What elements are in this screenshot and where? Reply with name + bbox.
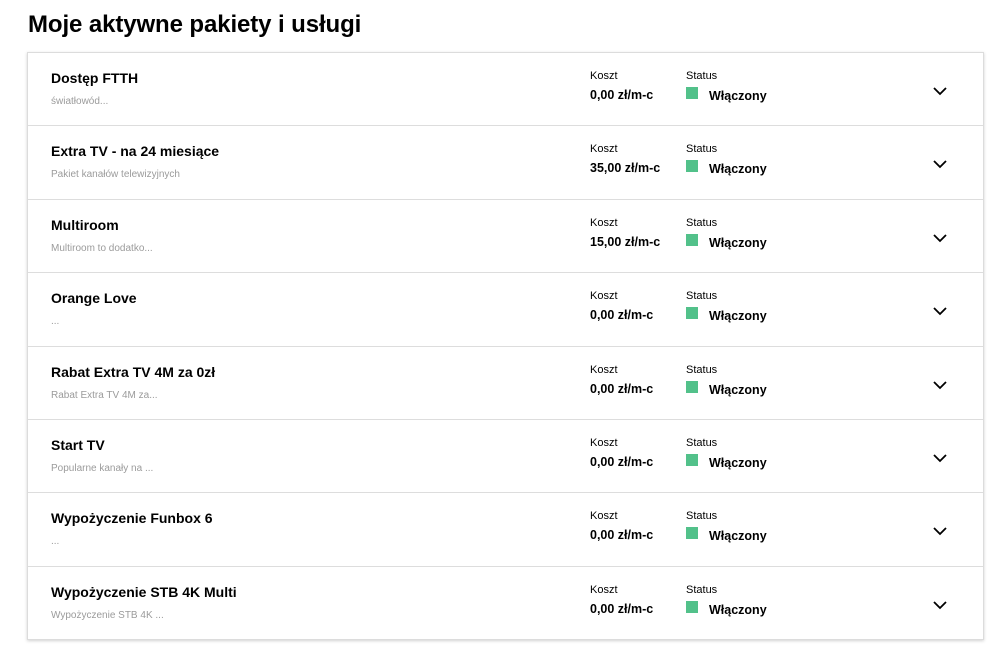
status-value: Włączony xyxy=(709,309,767,324)
service-description: światłowód... xyxy=(51,96,109,107)
service-row-funbox[interactable]: Wypożyczenie Funbox 6 ... Koszt 0,00 zł/… xyxy=(28,493,983,567)
service-name: Dostęp FTTH xyxy=(51,70,139,86)
status-indicator xyxy=(686,87,698,99)
service-description: Wypożyczenie STB 4K ... xyxy=(51,609,164,621)
status-label: Status xyxy=(686,510,718,523)
chevron-down-icon[interactable] xyxy=(932,159,948,169)
cost-label: Koszt xyxy=(590,583,618,596)
status-label: Status xyxy=(686,436,718,449)
service-name: Rabat Extra TV 4M za 0zł xyxy=(51,363,216,380)
service-description: Rabat Extra TV 4M za... xyxy=(51,389,158,401)
status-label: Status xyxy=(686,583,718,596)
cost-value: 0,00 zł/m-c xyxy=(590,454,654,469)
cost-value: 0,00 zł/m-c xyxy=(590,308,654,323)
service-name: Wypożyczenie Funbox 6 xyxy=(51,510,213,527)
cost-value: 15,00 zł/m-c xyxy=(590,234,661,249)
status-indicator xyxy=(686,160,698,173)
status-indicator xyxy=(686,600,698,613)
services-list: Dostęp FTTH światłowód... Koszt 0,00 zł/… xyxy=(27,52,984,640)
status-indicator xyxy=(686,527,698,540)
chevron-down-icon[interactable] xyxy=(932,380,948,390)
cost-value: 0,00 zł/m-c xyxy=(590,381,654,396)
status-value: Włączony xyxy=(709,602,767,617)
cost-label: Koszt xyxy=(590,510,618,523)
status-indicator xyxy=(686,233,698,246)
service-row-extra-tv[interactable]: Extra TV - na 24 miesiące Pakiet kanałów… xyxy=(28,126,983,200)
page-title: Moje aktywne pakiety i usługi xyxy=(28,11,362,38)
service-row-dostep-ftth[interactable]: Dostęp FTTH światłowód... Koszt 0,00 zł/… xyxy=(28,53,983,127)
service-description: ... xyxy=(51,536,60,548)
cost-label: Koszt xyxy=(590,363,618,376)
cost-value: 0,00 zł/m-c xyxy=(590,601,654,616)
status-label: Status xyxy=(686,70,718,82)
status-label: Status xyxy=(686,143,718,156)
cost-label: Koszt xyxy=(590,216,618,229)
chevron-down-icon[interactable] xyxy=(932,306,948,316)
service-description: ... xyxy=(51,316,60,328)
cost-value: 0,00 zł/m-c xyxy=(590,528,654,543)
service-row-stb-4k[interactable]: Wypożyczenie STB 4K Multi Wypożyczenie S… xyxy=(28,567,983,640)
status-value: Włączony xyxy=(709,455,767,470)
service-description: Popularne kanały na ... xyxy=(51,462,154,474)
service-name: Orange Love xyxy=(51,290,137,307)
chevron-down-icon[interactable] xyxy=(932,526,948,536)
status-value: Włączony xyxy=(709,382,767,397)
service-name: Extra TV - na 24 miesiące xyxy=(51,143,220,160)
status-indicator xyxy=(686,380,698,393)
service-name: Multiroom xyxy=(51,216,119,233)
service-row-start-tv[interactable]: Start TV Popularne kanały na ... Koszt 0… xyxy=(28,420,983,494)
cost-value: 0,00 zł/m-c xyxy=(590,88,654,102)
cost-label: Koszt xyxy=(590,436,618,449)
cost-value: 35,00 zł/m-c xyxy=(590,161,661,176)
chevron-down-icon[interactable] xyxy=(932,233,948,243)
cost-label: Koszt xyxy=(590,143,618,156)
cost-label: Koszt xyxy=(590,70,618,82)
service-row-orange-love[interactable]: Orange Love ... Koszt 0,00 zł/m-c Status… xyxy=(28,273,983,347)
service-row-rabat-extra-tv[interactable]: Rabat Extra TV 4M za 0zł Rabat Extra TV … xyxy=(28,347,983,420)
service-row-multiroom[interactable]: Multiroom Multiroom to dodatko... Koszt … xyxy=(28,200,983,274)
service-name: Start TV xyxy=(51,436,105,453)
status-label: Status xyxy=(686,290,718,303)
chevron-down-icon[interactable] xyxy=(932,86,948,96)
status-value: Włączony xyxy=(709,89,767,103)
chevron-down-icon[interactable] xyxy=(932,453,948,463)
service-description: Pakiet kanałów telewizyjnych xyxy=(51,169,180,181)
service-description: Multiroom to dodatko... xyxy=(51,242,153,254)
status-label: Status xyxy=(686,363,718,376)
chevron-down-icon[interactable] xyxy=(932,600,948,610)
service-name: Wypożyczenie STB 4K Multi xyxy=(51,583,237,600)
status-indicator xyxy=(686,453,698,466)
status-indicator xyxy=(686,307,698,320)
status-label: Status xyxy=(686,216,718,229)
status-value: Włączony xyxy=(709,529,767,544)
status-value: Włączony xyxy=(709,162,767,177)
status-value: Włączony xyxy=(709,235,767,250)
cost-label: Koszt xyxy=(590,290,618,303)
